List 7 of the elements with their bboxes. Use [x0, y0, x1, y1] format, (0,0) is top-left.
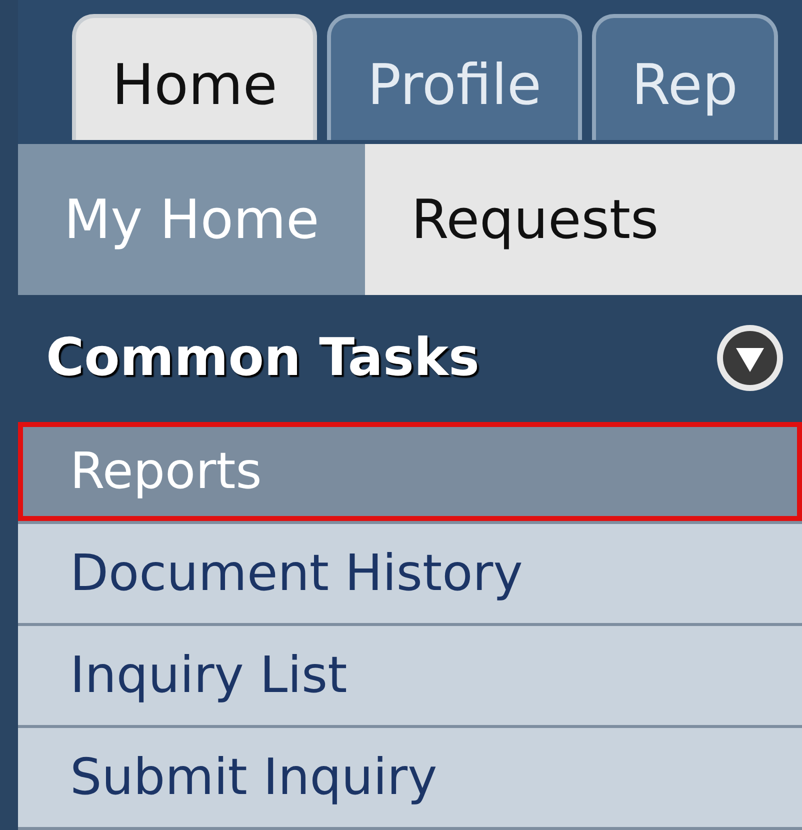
task-link[interactable]: Submit Inquiry [18, 728, 802, 830]
panel-title: Common Tasks [46, 327, 480, 390]
task-link[interactable]: Inquiry List [18, 626, 802, 728]
tab[interactable]: Profile [327, 14, 582, 140]
tab[interactable]: Home [72, 14, 318, 140]
tab[interactable]: Rep [592, 14, 778, 140]
task-link[interactable]: Document History [18, 524, 802, 626]
